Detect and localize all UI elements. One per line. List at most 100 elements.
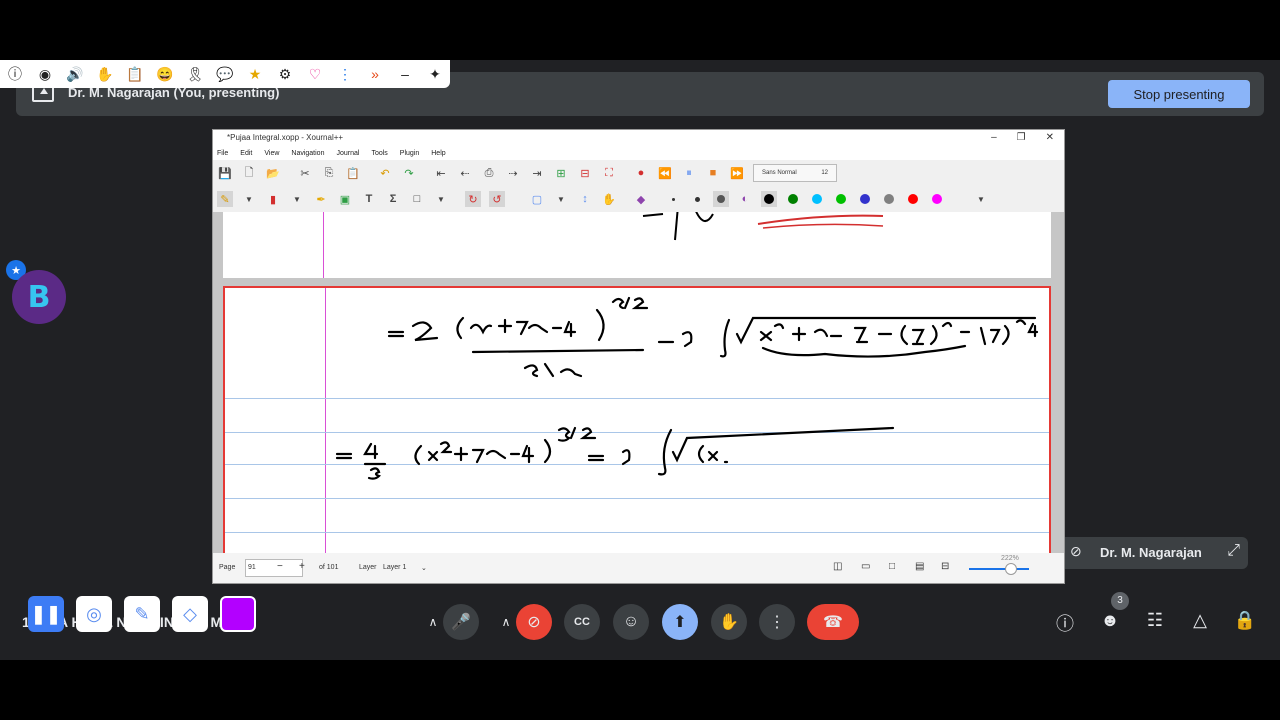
zoom-width-icon[interactable]: ▤ — [915, 561, 924, 572]
record-icon[interactable]: ● — [633, 165, 649, 181]
rewind-icon[interactable]: ⏪ — [657, 165, 673, 181]
minimize-window-icon[interactable]: – — [991, 130, 997, 146]
stop-presenting-button[interactable]: Stop presenting — [1108, 80, 1250, 108]
pause-icon[interactable]: ⏸ — [681, 165, 697, 181]
page-previous[interactable] — [223, 212, 1051, 278]
clipboard-icon[interactable]: 📋 — [126, 65, 144, 83]
first-page-icon[interactable]: ⇤ — [433, 165, 449, 181]
pause-button[interactable]: ❚❚ — [28, 596, 64, 632]
color-black[interactable] — [761, 191, 777, 207]
zoom-slider-handle[interactable] — [1005, 563, 1017, 575]
reactions-button[interactable]: ☺ — [613, 604, 649, 640]
heart-icon[interactable]: ♡ — [306, 65, 324, 83]
camera-off-button[interactable]: ⊘ — [516, 604, 552, 640]
last-page-icon[interactable]: ⇥ — [529, 165, 545, 181]
save-icon[interactable]: 💾 — [217, 165, 233, 181]
chevrons-icon[interactable]: » — [366, 65, 384, 83]
captions-button[interactable]: CC — [564, 604, 600, 640]
math-tool-icon[interactable]: Σ — [385, 191, 401, 207]
close-window-icon[interactable]: ✕ — [1046, 130, 1054, 146]
next-page-icon[interactable]: ⇢ — [505, 165, 521, 181]
color-magenta[interactable] — [929, 191, 945, 207]
text-tool-icon[interactable]: T — [361, 191, 377, 207]
select-rect-icon[interactable]: ▢ — [529, 191, 545, 207]
color-blue[interactable] — [857, 191, 873, 207]
prev-page-icon[interactable]: ⇠ — [457, 165, 473, 181]
menu-navigation[interactable]: Navigation — [291, 150, 324, 157]
color-light-green[interactable] — [833, 191, 849, 207]
maximize-window-icon[interactable]: ❐ — [1017, 130, 1026, 146]
video-options-caret[interactable]: ∧ — [496, 604, 516, 640]
dropdown-icon[interactable]: ▼ — [241, 191, 257, 207]
host-controls-icon[interactable]: 🔒 — [1233, 610, 1257, 634]
more-vert-icon[interactable]: ⋮ — [336, 65, 354, 83]
fullscreen-icon[interactable]: ⛶ — [601, 165, 617, 181]
presentation-icon[interactable]: ▭ — [861, 561, 870, 572]
color-picker-button[interactable] — [220, 596, 256, 632]
stop-icon[interactable]: ■ — [705, 165, 721, 181]
shape-recognizer-icon[interactable]: ↻ — [465, 191, 481, 207]
pen-icon[interactable]: ✎ — [217, 191, 233, 207]
delete-page-icon[interactable]: ⊟ — [577, 165, 593, 181]
mic-button[interactable]: 🎤 — [443, 604, 479, 640]
menu-journal[interactable]: Journal — [336, 150, 359, 157]
medium-stroke-icon[interactable] — [689, 191, 705, 207]
dropdown-icon[interactable]: ▼ — [433, 191, 449, 207]
star-icon[interactable]: ★ — [246, 65, 264, 83]
minimize-icon[interactable]: – — [396, 65, 414, 83]
paste-icon[interactable]: 📋 — [345, 165, 361, 181]
hand-icon[interactable]: ✋ — [96, 65, 114, 83]
menu-file[interactable]: File — [217, 150, 228, 157]
present-button[interactable]: ⬆ — [662, 604, 698, 640]
info-icon[interactable]: ⓘ — [6, 65, 24, 83]
ruler-icon[interactable]: ↺ — [489, 191, 505, 207]
redo-icon[interactable]: ↷ — [401, 165, 417, 181]
color-light-blue[interactable] — [809, 191, 825, 207]
color-green[interactable] — [785, 191, 801, 207]
vertical-space-icon[interactable]: ↕ — [577, 191, 593, 207]
chat-icon[interactable]: ☷ — [1143, 610, 1167, 634]
move-icon[interactable]: ✦ — [426, 65, 444, 83]
page-number-input[interactable]: 91 — [245, 559, 303, 577]
people-icon[interactable]: ☻ — [1098, 610, 1122, 634]
shape-tool-icon[interactable]: □ — [409, 191, 425, 207]
new-doc-icon[interactable]: 🗋 — [241, 165, 257, 181]
activities-icon[interactable]: △ — [1188, 610, 1212, 634]
raise-hand-button[interactable]: ✋ — [711, 604, 747, 640]
insert-page-icon[interactable]: ⊞ — [553, 165, 569, 181]
color-gray[interactable] — [881, 191, 897, 207]
menu-view[interactable]: View — [264, 150, 279, 157]
more-options-button[interactable]: ⋮ — [759, 604, 795, 640]
fill-icon[interactable]: ◆ — [633, 191, 649, 207]
highlighter-icon[interactable]: ✒ — [313, 191, 329, 207]
menu-edit[interactable]: Edit — [240, 150, 252, 157]
page-current[interactable] — [223, 286, 1051, 554]
pencil-icon[interactable]: ✎ — [124, 596, 160, 632]
forward-icon[interactable]: ⏩ — [729, 165, 745, 181]
gear-icon[interactable]: ⚙ — [276, 65, 294, 83]
dropdown-icon[interactable]: ▼ — [553, 191, 569, 207]
thin-stroke-icon[interactable] — [665, 191, 681, 207]
ribbon-icon[interactable]: 🎗 — [186, 65, 204, 83]
volume-icon[interactable]: 🔊 — [66, 65, 84, 83]
zoom-fit-icon[interactable]: □ — [889, 561, 895, 572]
eraser-mode-icon[interactable]: ◐ — [737, 191, 753, 207]
menu-plugin[interactable]: Plugin — [400, 150, 419, 157]
hand-tool-icon[interactable]: ✋ — [601, 191, 617, 207]
expand-icon[interactable]: ⤢ — [1227, 542, 1240, 560]
zoom-out-icon[interactable]: ⊟ — [941, 561, 949, 572]
extension-logo[interactable]: B — [12, 270, 66, 324]
goto-page-icon[interactable]: ⎙ — [481, 165, 497, 181]
chat-icon[interactable]: 💬 — [216, 65, 234, 83]
thick-stroke-icon[interactable] — [713, 191, 729, 207]
audio-options-caret[interactable]: ∧ — [423, 604, 443, 640]
menu-help[interactable]: Help — [431, 150, 445, 157]
dual-page-icon[interactable]: ◫ — [833, 561, 842, 572]
touch-icon[interactable]: ◎ — [76, 596, 112, 632]
meeting-details-icon[interactable]: ⓘ — [1053, 610, 1077, 634]
image-icon[interactable]: ▣ — [337, 191, 353, 207]
dropdown-icon[interactable]: ▼ — [289, 191, 305, 207]
color-red[interactable] — [905, 191, 921, 207]
zoom-slider[interactable] — [969, 568, 1029, 570]
eye-icon[interactable]: ◉ — [36, 65, 54, 83]
